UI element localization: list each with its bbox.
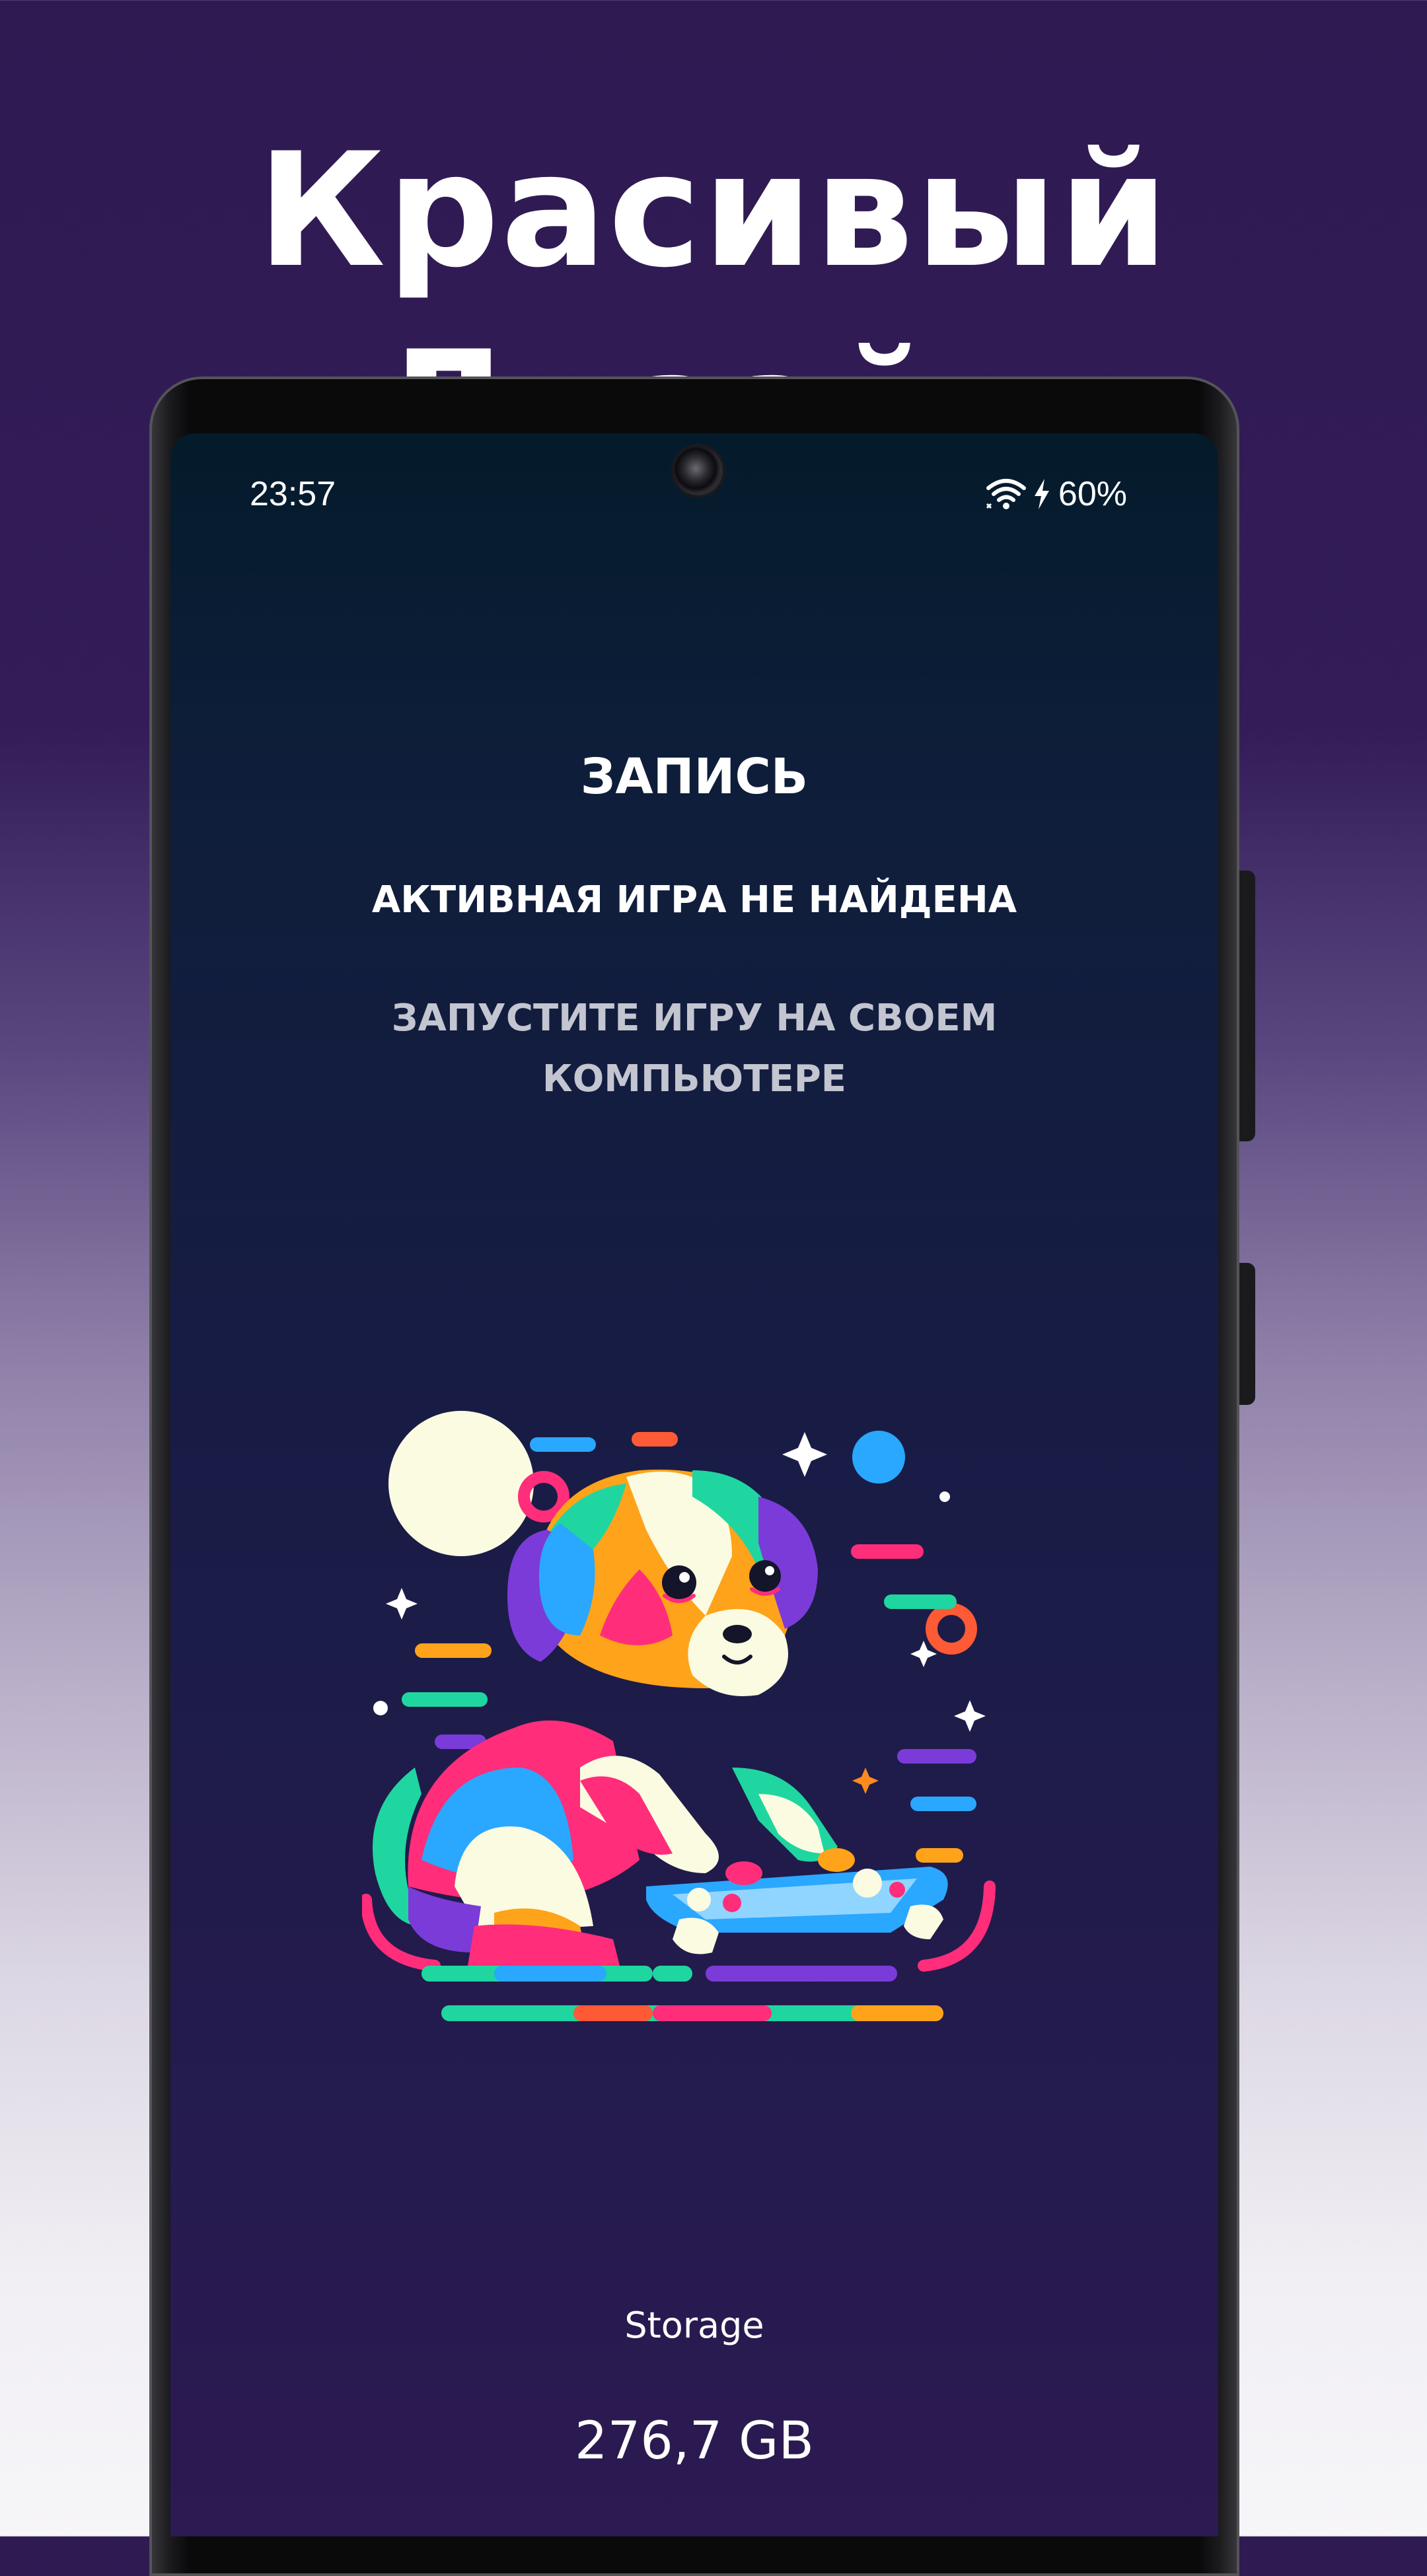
status-bar: 23:57 60% bbox=[170, 433, 1218, 565]
status-icons: 60% bbox=[984, 473, 1127, 515]
storage-value: 276,7 GB bbox=[574, 2412, 815, 2471]
phone-power-button bbox=[1239, 871, 1255, 1141]
storage-label: Storage bbox=[624, 2305, 764, 2346]
puppy-gamer-illustration bbox=[360, 1398, 1023, 2032]
wifi-icon bbox=[984, 478, 1028, 511]
battery-percent: 60% bbox=[1058, 475, 1127, 513]
front-camera bbox=[674, 447, 723, 495]
phone-volume-button bbox=[1239, 1263, 1255, 1405]
charging-icon bbox=[1032, 478, 1052, 511]
recording-title: ЗАПИСЬ bbox=[580, 748, 809, 805]
status-time: 23:57 bbox=[250, 475, 336, 513]
launch-game-hint: ЗАПУСТИТЕ ИГРУ НА СВОЕМ КОМПЬЮТЕРЕ bbox=[391, 997, 998, 1100]
app-screen: 23:57 60% ЗАПИСЬ АКТИВНАЯ ИГРА НЕ НАЙДЕН… bbox=[170, 433, 1218, 2536]
game-status-text: АКТИВНАЯ ИГРА НЕ НАЙДЕНА bbox=[371, 878, 1017, 921]
